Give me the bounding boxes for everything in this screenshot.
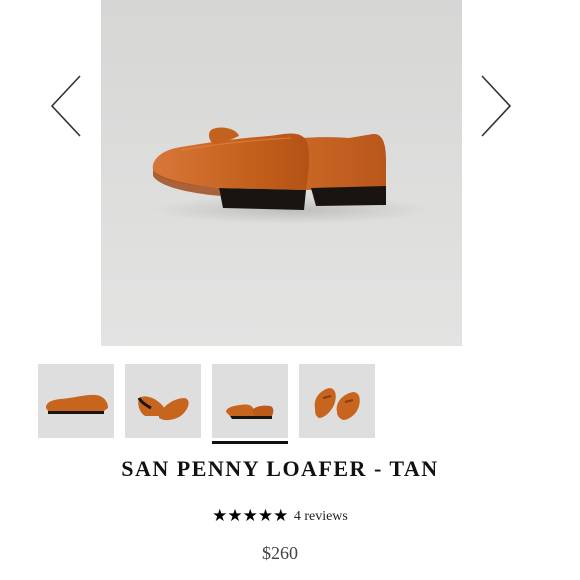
thumbnail-back-view[interactable] bbox=[212, 364, 288, 438]
reviews-link[interactable]: 4 reviews bbox=[294, 509, 348, 524]
previous-image-button[interactable] bbox=[48, 74, 88, 138]
thumbnail-sole-view[interactable] bbox=[125, 364, 201, 438]
chevron-right-icon bbox=[481, 75, 512, 137]
selected-thumbnail-indicator bbox=[212, 441, 288, 444]
thumbnail-side-view[interactable] bbox=[38, 364, 114, 438]
product-title: SAN PENNY LOAFER - TAN bbox=[121, 456, 439, 481]
thumbnail-strip bbox=[38, 364, 378, 444]
thumbnail-top-view[interactable] bbox=[299, 364, 375, 438]
chevron-left-icon bbox=[50, 75, 81, 137]
main-product-image bbox=[101, 0, 462, 346]
next-image-button[interactable] bbox=[474, 74, 514, 138]
rating-row[interactable]: ★★★★★ 4 reviews bbox=[0, 506, 560, 526]
star-rating-icon: ★★★★★ bbox=[212, 506, 289, 525]
product-price: $260 bbox=[262, 543, 298, 563]
